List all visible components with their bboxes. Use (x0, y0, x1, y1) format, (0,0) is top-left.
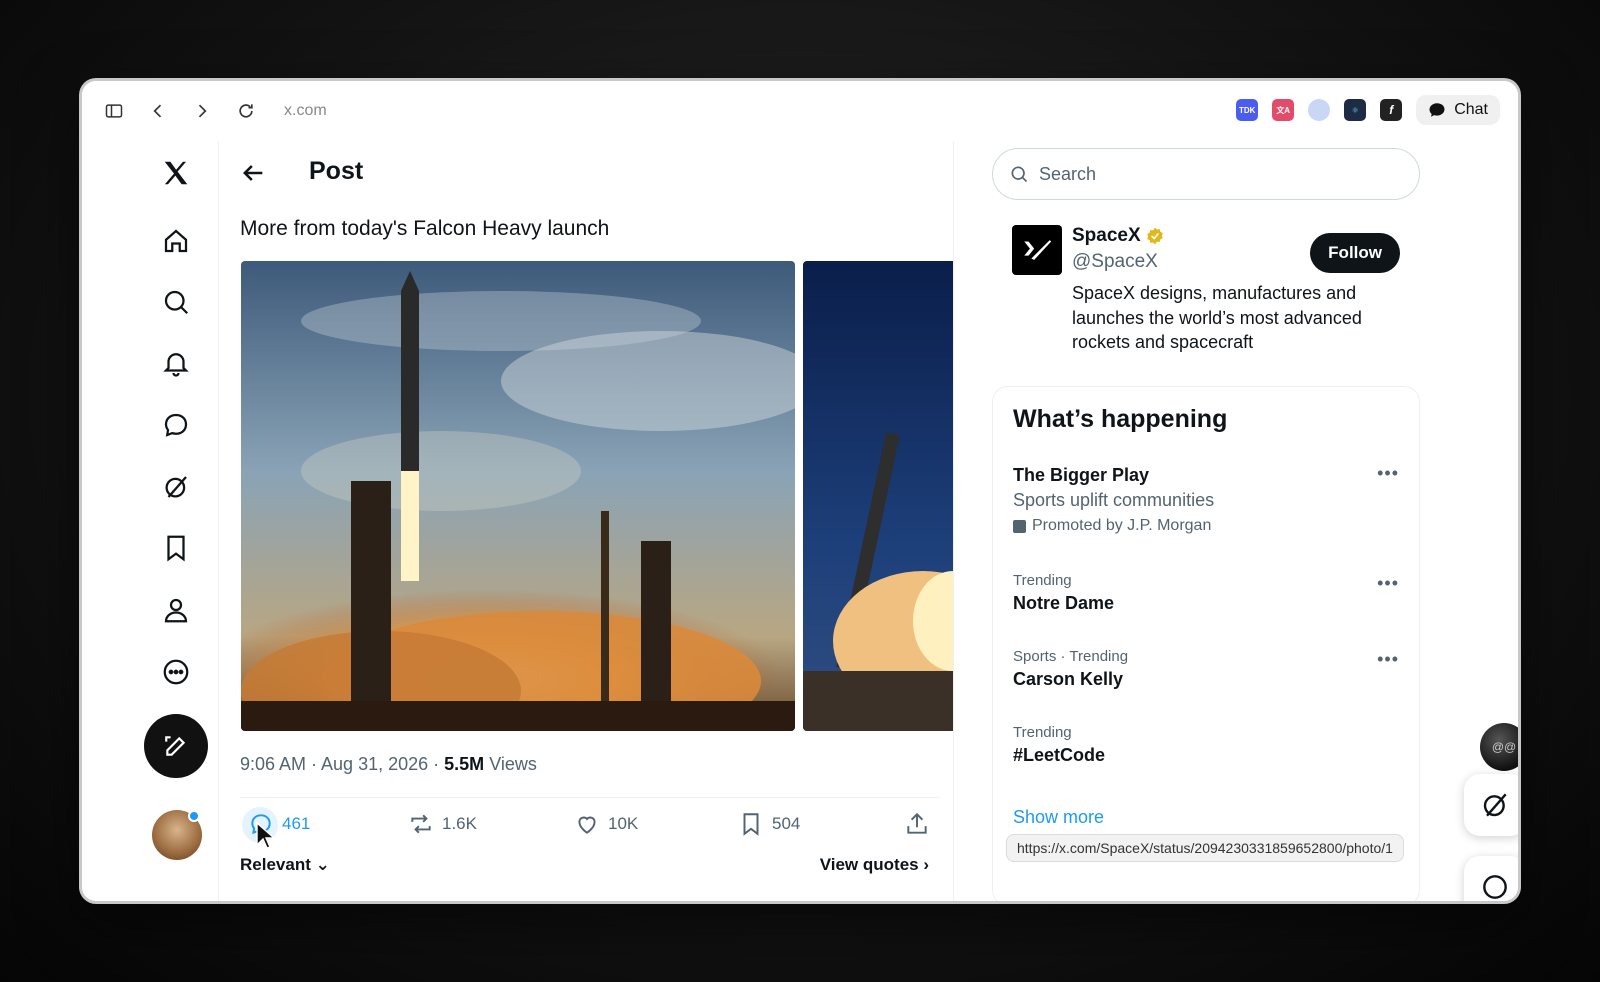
compose-button[interactable] (144, 714, 208, 778)
trend-title: The Bigger Play (1013, 465, 1150, 485)
home-icon[interactable] (158, 223, 194, 259)
profile-card: SpaceX @SpaceX Follow SpaceX designs, ma… (992, 211, 1420, 371)
chat-bubble-icon (1483, 875, 1507, 899)
search-placeholder: Search (1039, 163, 1097, 184)
link-preview-status-bar: https://x.com/SpaceX/status/209423033185… (1006, 834, 1404, 862)
right-sidebar: Search SpaceX @SpaceX Follow SpaceX desi… (954, 141, 1518, 901)
share-icon (907, 812, 927, 834)
post-image-1[interactable] (241, 261, 795, 731)
bookmark-button[interactable]: 504 (738, 811, 800, 837)
profile-handle: @SpaceX (1072, 251, 1158, 272)
view-quotes-label: View quotes (819, 855, 919, 874)
x-logo-icon[interactable] (158, 155, 194, 191)
trend-context: Sports · Trending (1013, 648, 1129, 665)
more-options-icon[interactable]: ••• (1377, 573, 1399, 594)
repost-icon (411, 814, 431, 834)
sort-label: Relevant (240, 855, 311, 874)
views-count: 5.5M (444, 754, 485, 774)
heart-icon (578, 816, 596, 834)
like-button[interactable]: 10K (574, 811, 638, 837)
page-title: Post (309, 157, 364, 185)
share-button[interactable] (904, 811, 930, 837)
promoted-line: Promoted by J.P. Morgan (1013, 517, 1413, 535)
spacex-logo[interactable] (1012, 225, 1062, 275)
more-circle-icon[interactable] (158, 654, 194, 690)
section-title: What’s happening (1013, 405, 1228, 433)
floating-avatar-ball[interactable]: @@ (1480, 723, 1518, 771)
profile-name[interactable]: SpaceX (1072, 225, 1165, 247)
post-timestamp[interactable]: 9:06 AM · Aug 31, 2026 · (240, 754, 439, 774)
views-label: Views (489, 754, 537, 774)
repost-count: 1.6K (442, 814, 477, 833)
bookmark-count: 504 (772, 814, 801, 833)
browser-window: x.com TDK 文A ⚛ f Chat Post More from tod… (82, 81, 1518, 901)
promoted-icon (1013, 519, 1026, 533)
post-meta: 9:06 AM · Aug 31, 2026 · 5.5M Views (240, 754, 537, 775)
trend-title: #LeetCode (1013, 745, 1106, 765)
view-quotes-link[interactable]: View quotes › (820, 855, 929, 875)
more-options-icon[interactable]: ••• (1377, 463, 1399, 484)
chat-button[interactable]: Chat (1416, 95, 1500, 125)
search-icon[interactable] (158, 284, 194, 320)
chevron-down-icon: ⌄ (310, 855, 330, 874)
privacy-extension-icon[interactable] (1308, 99, 1331, 121)
translate-extension-icon[interactable]: 文A (1272, 99, 1295, 121)
toolbar-extensions: TDK 文A ⚛ f Chat (1236, 95, 1500, 125)
trend-item[interactable]: Sports · Trending Carson Kelly (1013, 648, 1413, 690)
bell-icon[interactable] (158, 345, 194, 381)
mouse-cursor-icon (256, 821, 276, 849)
chat-label: Chat (1454, 101, 1488, 118)
trend-title: Carson Kelly (1013, 669, 1124, 689)
react-extension-icon[interactable]: ⚛ (1344, 99, 1367, 121)
verified-badge-icon (1146, 227, 1163, 245)
notification-dot (188, 810, 200, 822)
back-arrow-icon[interactable] (239, 159, 267, 187)
more-options-icon[interactable]: ••• (1377, 649, 1399, 670)
repost-button[interactable]: 1.6K (408, 811, 477, 837)
whats-happening-panel: What’s happening The Bigger Play Sports … (992, 386, 1420, 901)
messages-floating-button[interactable] (1464, 856, 1518, 901)
compose-icon (165, 736, 186, 756)
chevron-right-icon: › (918, 855, 929, 874)
tdk-extension-icon[interactable]: TDK (1236, 99, 1259, 121)
trend-title: Notre Dame (1013, 593, 1115, 613)
sort-dropdown[interactable]: Relevant ⌄ (240, 855, 330, 875)
back-icon[interactable] (146, 99, 170, 123)
chat-bubble-icon[interactable] (158, 407, 194, 443)
trend-context: Trending (1013, 724, 1072, 741)
trend-subtitle: Sports uplift communities (1013, 490, 1215, 510)
profile-icon[interactable] (158, 592, 194, 628)
trend-item[interactable]: Trending #LeetCode (1013, 724, 1413, 766)
grok-icon (1483, 793, 1507, 817)
grok-icon[interactable] (158, 469, 194, 505)
post-actions: 461 1.6K 10K 504 (240, 807, 940, 843)
grok-floating-button[interactable] (1464, 774, 1518, 836)
bookmark-icon (743, 813, 759, 836)
divider (240, 797, 940, 798)
search-input[interactable]: Search (992, 148, 1420, 200)
fx-extension-icon[interactable]: f (1380, 99, 1403, 121)
promoted-text: Promoted by J.P. Morgan (1032, 517, 1212, 534)
like-count: 10K (608, 814, 639, 833)
trend-item[interactable]: Trending Notre Dame (1013, 572, 1413, 614)
sidebar-toggle-icon[interactable] (102, 99, 126, 123)
chat-bubble-icon (1429, 103, 1445, 117)
follow-button[interactable]: Follow (1310, 233, 1400, 273)
profile-name-text: SpaceX (1072, 225, 1141, 246)
bookmark-icon[interactable] (158, 530, 194, 566)
profile-bio: SpaceX designs, manufactures and launche… (1072, 283, 1362, 352)
left-nav (82, 141, 218, 901)
address-bar[interactable]: x.com (284, 102, 327, 120)
search-icon (1011, 166, 1028, 183)
post-image-2[interactable] (803, 261, 953, 731)
show-more-link[interactable]: Show more (1013, 807, 1104, 828)
trend-item[interactable]: The Bigger Play Sports uplift communitie… (1013, 465, 1413, 535)
post-text: More from today's Falcon Heavy launch (240, 217, 610, 240)
post-column: Post More from today's Falcon Heavy laun… (218, 141, 954, 901)
browser-toolbar: x.com TDK 文A ⚛ f Chat (82, 81, 1518, 141)
reload-icon[interactable] (234, 99, 258, 123)
forward-icon[interactable] (190, 99, 214, 123)
trend-context: Trending (1013, 572, 1072, 589)
reply-count: 461 (282, 814, 311, 833)
